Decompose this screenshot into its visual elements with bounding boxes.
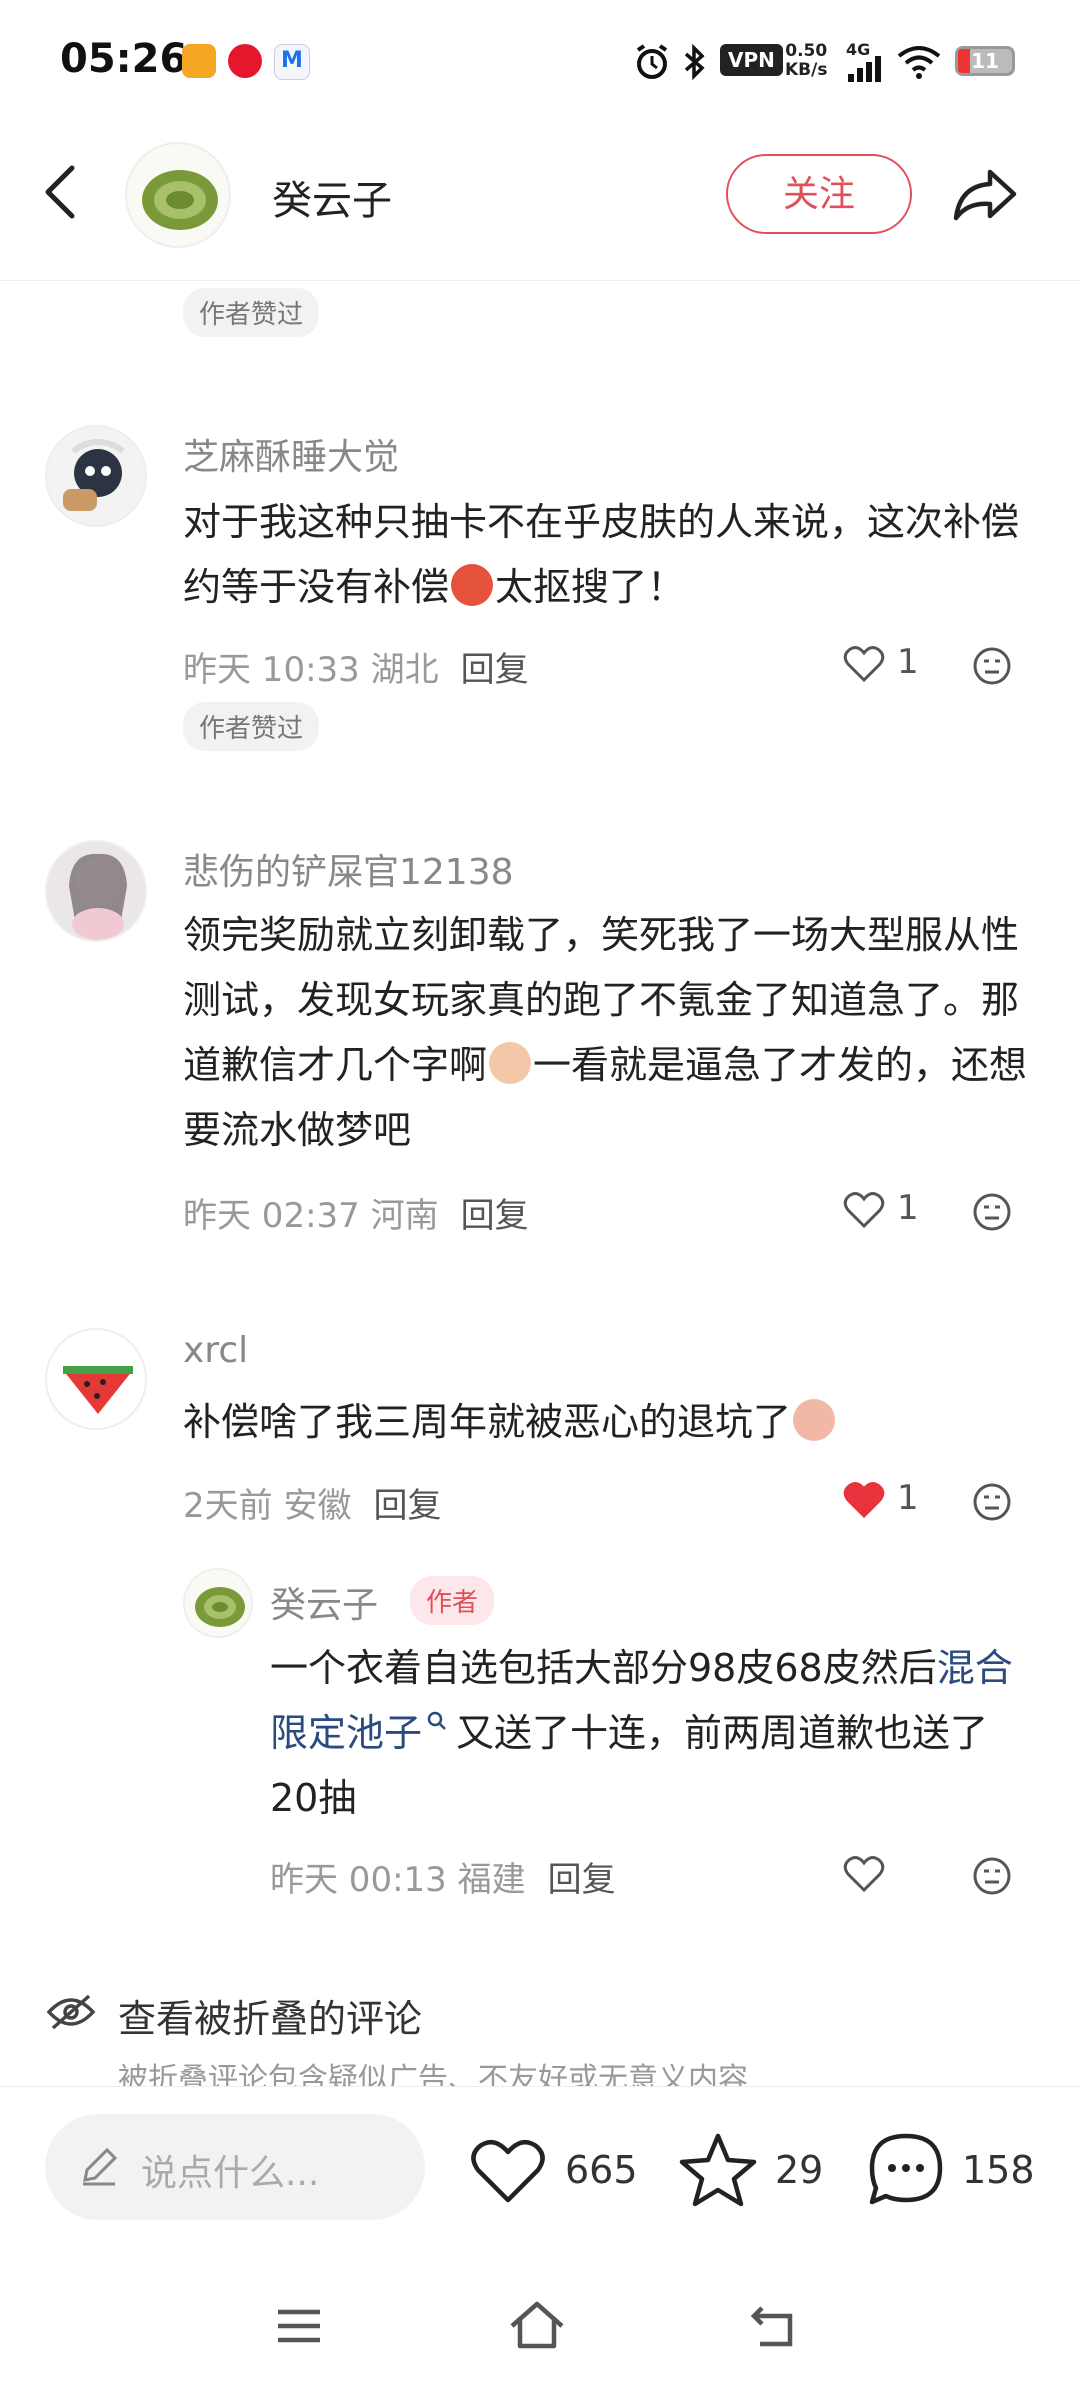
notification-app-icon: [182, 44, 216, 78]
like-count: 1: [897, 642, 919, 682]
alarm-icon: [636, 44, 668, 79]
share-icon[interactable]: [950, 164, 1020, 224]
status-time: 05:26: [60, 36, 188, 82]
commenter-name[interactable]: 芝麻酥睡大觉: [183, 428, 399, 480]
header-divider: [0, 280, 1080, 281]
comment-text: 领完奖励就立刻卸载了，笑死我了一场大型服从性测试，发现女玩家真的跑了不氪金了知道…: [183, 913, 1028, 1152]
comment-meta: 昨天 10:33 湖北 回复: [183, 650, 529, 690]
author-liked-badge: 作者赞过: [183, 288, 320, 337]
menu-icon[interactable]: [276, 2306, 322, 2346]
comment-meta: 昨天 02:37 河南 回复: [183, 1196, 529, 1236]
reply-button[interactable]: 回复: [548, 1860, 616, 1900]
wifi-icon: [897, 46, 941, 79]
status-bar: 05:26 M VPN 0.50 KB/s 4G 11: [0, 0, 1080, 130]
signal-icon: [848, 56, 881, 82]
emoji-reaction-icon[interactable]: [972, 646, 1012, 686]
liked-heart-icon[interactable]: [842, 1480, 886, 1520]
commenter-name[interactable]: xrcl: [183, 1330, 248, 1371]
author-reply-name[interactable]: 癸云子: [270, 1576, 378, 1628]
author-reply-avatar[interactable]: [183, 1568, 253, 1638]
comment-text: 补偿啥了我三周年就被恶心的退坑了: [183, 1390, 1043, 1455]
search-icon: [427, 1711, 446, 1730]
folded-comments-link[interactable]: 查看被折叠的评论: [118, 1988, 422, 2043]
angry-devil-emoji: [451, 564, 494, 606]
reply-button[interactable]: 回复: [373, 1486, 441, 1526]
author-name[interactable]: 癸云子: [272, 168, 392, 226]
back-nav-icon[interactable]: [750, 2304, 798, 2348]
like-count: 1: [897, 1478, 919, 1518]
emoji-reaction-icon[interactable]: [972, 1192, 1012, 1232]
bluetooth-icon: [684, 43, 705, 81]
author-avatar[interactable]: [125, 142, 231, 248]
comment-input[interactable]: 说点什么...: [45, 2114, 425, 2220]
pencil-icon: [83, 2147, 118, 2186]
like-post-icon[interactable]: [468, 2136, 548, 2206]
emoji-reaction-icon[interactable]: [972, 1482, 1012, 1522]
commenter-avatar[interactable]: [45, 840, 147, 942]
author-liked-badge: 作者赞过: [183, 702, 320, 751]
back-icon[interactable]: [40, 162, 80, 222]
post-like-count: 665: [565, 2148, 638, 2192]
system-nav-bar: [0, 2266, 1080, 2392]
emoji-reaction-icon[interactable]: [972, 1856, 1012, 1896]
comment-bubble-icon[interactable]: [866, 2130, 946, 2210]
reply-button[interactable]: 回复: [461, 1196, 529, 1236]
post-favorite-count: 29: [775, 2148, 824, 2192]
vpn-indicator: VPN: [720, 44, 783, 76]
commenter-avatar[interactable]: [45, 1328, 147, 1430]
comment-text: 对于我这种只抽卡不在乎皮肤的人来说，这次补偿约等于没有补偿 太抠搜了！: [183, 500, 1020, 609]
sad-emoji: [793, 1399, 836, 1441]
like-icon[interactable]: [842, 1190, 886, 1230]
like-icon[interactable]: [842, 644, 886, 684]
weibo-notification-icon: [228, 44, 262, 78]
hidden-eye-icon[interactable]: [45, 1992, 97, 2032]
commenter-name[interactable]: 悲伤的铲屎官12138: [183, 843, 514, 895]
favorite-star-icon[interactable]: [678, 2132, 758, 2208]
author-reply-meta: 昨天 00:13 福建 回复: [270, 1860, 616, 1900]
mail-notification-icon: M: [274, 44, 310, 80]
crying-emoji: [489, 1042, 532, 1084]
commenter-avatar[interactable]: [45, 425, 147, 527]
home-icon[interactable]: [508, 2300, 566, 2350]
comment-meta: 2天前 安徽 回复: [183, 1486, 442, 1526]
network-speed: 0.50 KB/s: [785, 41, 828, 80]
post-comment-count: 158: [962, 2148, 1035, 2192]
reply-button[interactable]: 回复: [461, 650, 529, 690]
author-reply-text: 一个衣着自选包括大部分98皮68皮然后混合限定池子 又送了十连，前两周道歉也送了2…: [270, 1646, 1013, 1820]
follow-button[interactable]: 关注: [726, 154, 912, 234]
author-badge: 作者: [410, 1576, 495, 1625]
battery-indicator: 11: [955, 46, 1015, 76]
like-icon[interactable]: [842, 1854, 886, 1894]
like-count: 1: [897, 1188, 919, 1228]
